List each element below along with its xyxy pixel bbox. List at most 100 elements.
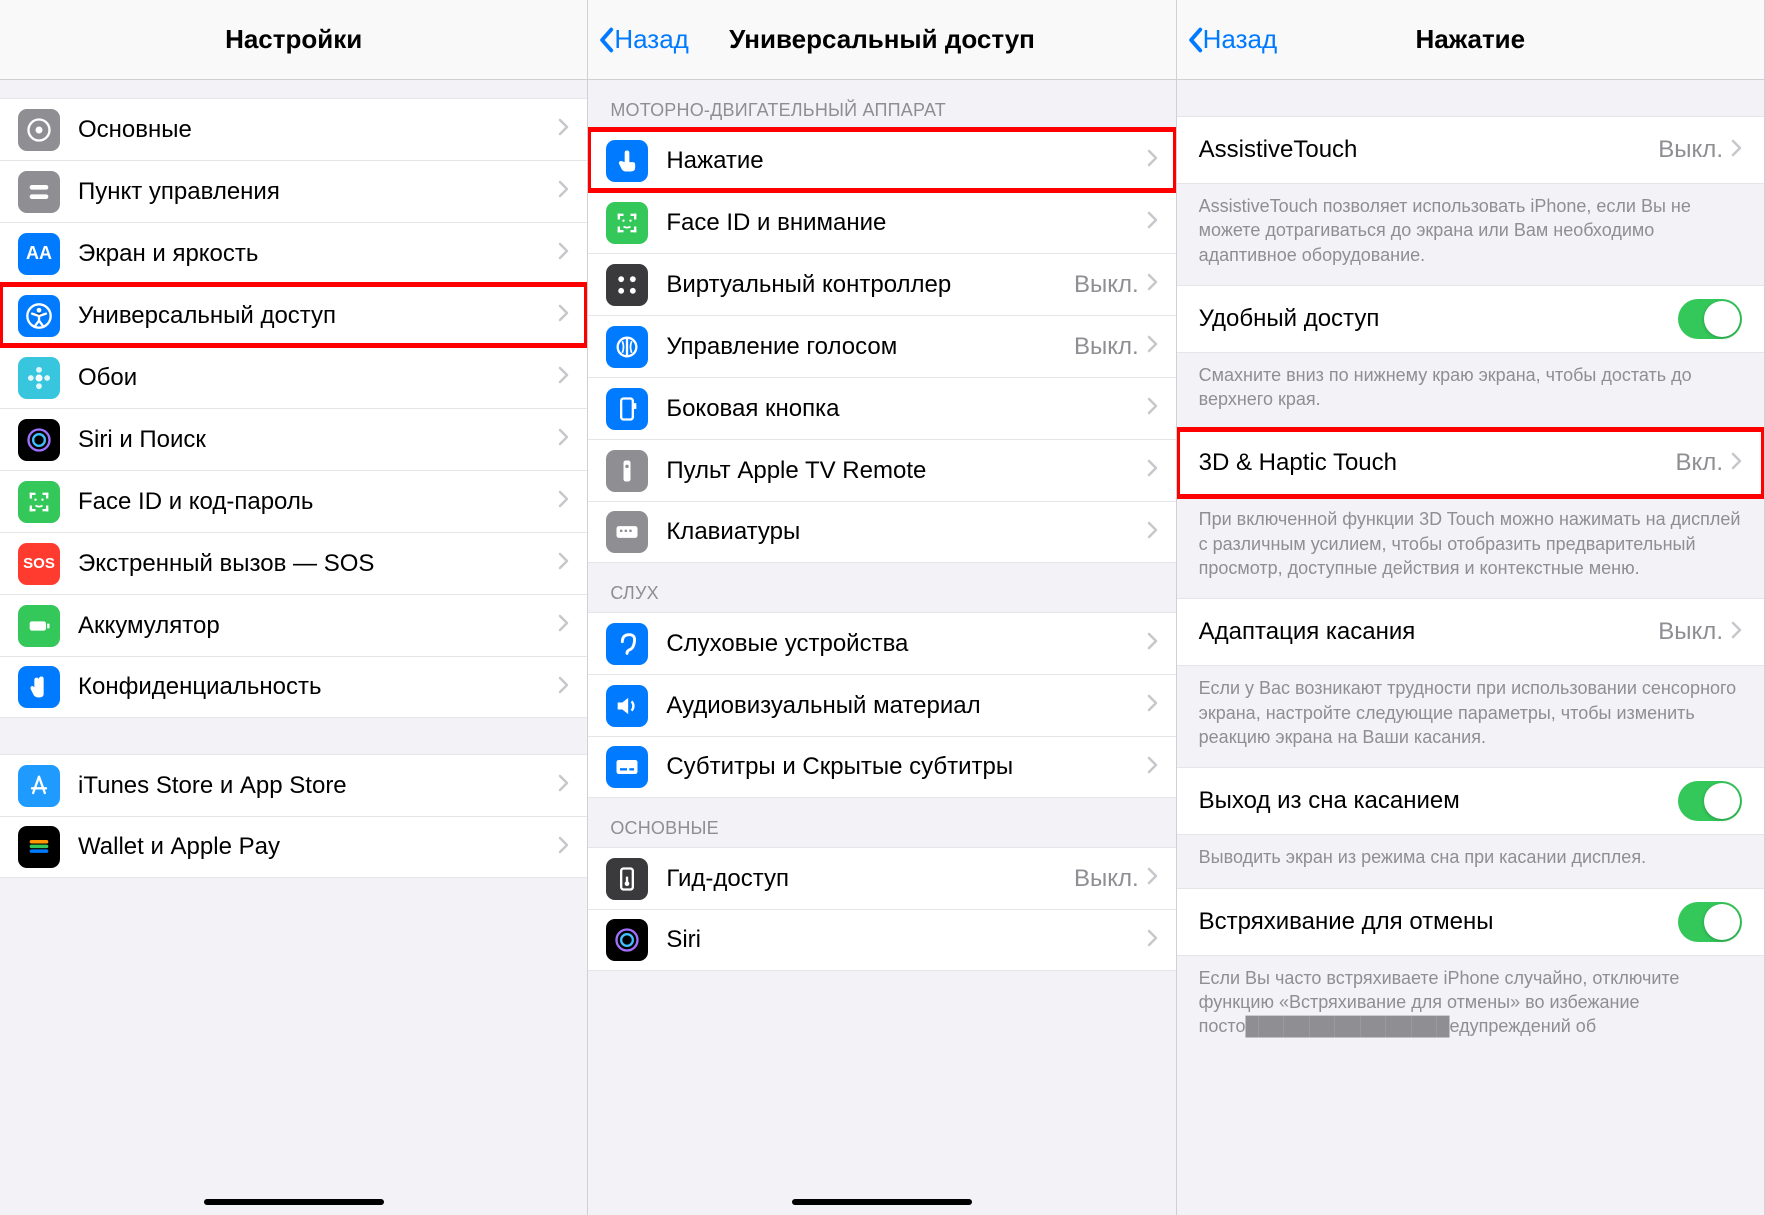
row-face-id-и-код-пароль[interactable]: Face ID и код-пароль [0,470,587,532]
home-indicator[interactable] [792,1199,972,1205]
touch-list[interactable]: AssistiveTouch Выкл. AssistiveTouch позв… [1177,80,1764,1215]
chevron-right-icon [558,676,569,699]
row-label: Клавиатуры [666,518,1146,546]
row-label: Обои [78,364,558,392]
remote-icon [606,450,648,492]
row-слуховые-устройства[interactable]: Слуховые устройства [588,612,1175,674]
row-label: Нажатие [666,147,1146,175]
row-основные[interactable]: Основные [0,98,587,160]
chevron-right-icon [1147,149,1158,172]
row-виртуальный-контроллер[interactable]: Виртуальный контроллерВыкл. [588,253,1175,315]
subtitles-icon [606,746,648,788]
faceid2-icon [606,202,648,244]
chevron-right-icon [1731,139,1742,162]
chevron-right-icon [1731,452,1742,475]
touch-screen: Назад Нажатие AssistiveTouch Выкл. Assis… [1177,0,1765,1215]
chevron-right-icon [1147,756,1158,779]
chevron-right-icon [1731,621,1742,644]
row-reachability[interactable]: Удобный доступ [1177,285,1764,353]
home-indicator[interactable] [204,1199,384,1205]
row-value: Выкл. [1074,333,1139,361]
navbar: Настройки [0,0,587,80]
row-value: Вкл. [1676,449,1723,477]
chevron-right-icon [558,118,569,141]
row-label: Пульт Apple TV Remote [666,457,1146,485]
reachability-toggle[interactable] [1678,299,1742,339]
row-пункт-управления[interactable]: Пункт управления [0,160,587,222]
section-hearing: СЛУХ [588,563,1175,612]
row-субтитры-и-скрытые-субтитры[interactable]: Субтитры и Скрытые субтитры [588,736,1175,798]
navbar: Назад Универсальный доступ [588,0,1175,80]
row-label: Выход из сна касанием [1199,787,1678,815]
chevron-right-icon [1147,867,1158,890]
chevron-right-icon [1147,694,1158,717]
chevron-right-icon [1147,273,1158,296]
row-label: Слуховые устройства [666,630,1146,658]
row-tap-to-wake[interactable]: Выход из сна касанием [1177,767,1764,835]
settings-list[interactable]: ОсновныеПункт управленияAAЭкран и яркост… [0,80,587,1215]
row-label: Wallet и Apple Pay [78,833,558,861]
row-гид-доступ[interactable]: Гид-доступВыкл. [588,847,1175,909]
chevron-right-icon [558,614,569,637]
row-assistivetouch[interactable]: AssistiveTouch Выкл. [1177,116,1764,184]
row-экран-и-яркость[interactable]: AAЭкран и яркость [0,222,587,284]
row-value: Выкл. [1658,618,1723,646]
chevron-right-icon [558,242,569,265]
chevron-left-icon [1187,27,1203,53]
accessibility-icon [18,295,60,337]
tap-wake-toggle[interactable] [1678,781,1742,821]
siri-icon [606,919,648,961]
section-motor: МОТОРНО-ДВИГАТЕЛЬНЫЙ АППАРАТ [588,80,1175,129]
row-пульт-apple-tv-remote[interactable]: Пульт Apple TV Remote [588,439,1175,501]
row-аккумулятор[interactable]: Аккумулятор [0,594,587,656]
row-touch-accommodations[interactable]: Адаптация касания Выкл. [1177,598,1764,666]
audiovisual-icon [606,685,648,727]
dots-icon [606,264,648,306]
row-label: Face ID и код-пароль [78,488,558,516]
row-label: Siri [666,926,1146,954]
row-label: Удобный доступ [1199,305,1678,333]
row-обои[interactable]: Обои [0,346,587,408]
voice-icon [606,326,648,368]
row-label: Универсальный доступ [78,302,558,330]
chevron-right-icon [1147,335,1158,358]
row-siri[interactable]: Siri [588,909,1175,971]
shake-undo-toggle[interactable] [1678,902,1742,942]
row-siri-и-поиск[interactable]: Siri и Поиск [0,408,587,470]
row-клавиатуры[interactable]: Клавиатуры [588,501,1175,563]
back-button[interactable]: Назад [598,24,689,55]
back-label: Назад [614,24,689,55]
row-itunes-store-и-app-store[interactable]: iTunes Store и App Store [0,754,587,816]
row-shake-undo[interactable]: Встряхивание для отмены [1177,888,1764,956]
row-управление-голосом[interactable]: Управление голосомВыкл. [588,315,1175,377]
row-нажатие[interactable]: Нажатие [588,129,1175,191]
siri-icon [18,419,60,461]
row-label: Виртуальный контроллер [666,271,1074,299]
guided-icon [606,858,648,900]
wallet-icon [18,826,60,868]
row-haptic-touch[interactable]: 3D & Haptic Touch Вкл. [1177,429,1764,497]
reachability-desc: Смахните вниз по нижнему краю экрана, чт… [1177,353,1764,430]
row-label: Управление голосом [666,333,1074,361]
chevron-right-icon [1147,521,1158,544]
chevron-right-icon [558,304,569,327]
row-универсальный-доступ[interactable]: Универсальный доступ [0,284,587,346]
back-button[interactable]: Назад [1187,24,1278,55]
toggles-icon [18,171,60,213]
settings-screen: Настройки ОсновныеПункт управленияAAЭкра… [0,0,588,1215]
row-конфиденциальность[interactable]: Конфиденциальность [0,656,587,718]
row-аудиовизуальный-материал[interactable]: Аудиовизуальный материал [588,674,1175,736]
row-face-id-и-внимание[interactable]: Face ID и внимание [588,191,1175,253]
row-label: 3D & Haptic Touch [1199,449,1676,477]
haptic-desc: При включенной функции 3D Touch можно на… [1177,497,1764,598]
row-label: AssistiveTouch [1199,136,1659,164]
row-экстренный-вызов-sos[interactable]: SOSЭкстренный вызов — SOS [0,532,587,594]
chevron-right-icon [1147,397,1158,420]
row-боковая-кнопка[interactable]: Боковая кнопка [588,377,1175,439]
chevron-right-icon [558,180,569,203]
accessibility-list[interactable]: МОТОРНО-ДВИГАТЕЛЬНЫЙ АППАРАТ Нажатие Face… [588,80,1175,1215]
row-label: Адаптация касания [1199,618,1659,646]
shake-desc: Если Вы часто встряхиваете iPhone случай… [1177,956,1764,1057]
chevron-right-icon [558,490,569,513]
row-wallet-и-apple-pay[interactable]: Wallet и Apple Pay [0,816,587,878]
